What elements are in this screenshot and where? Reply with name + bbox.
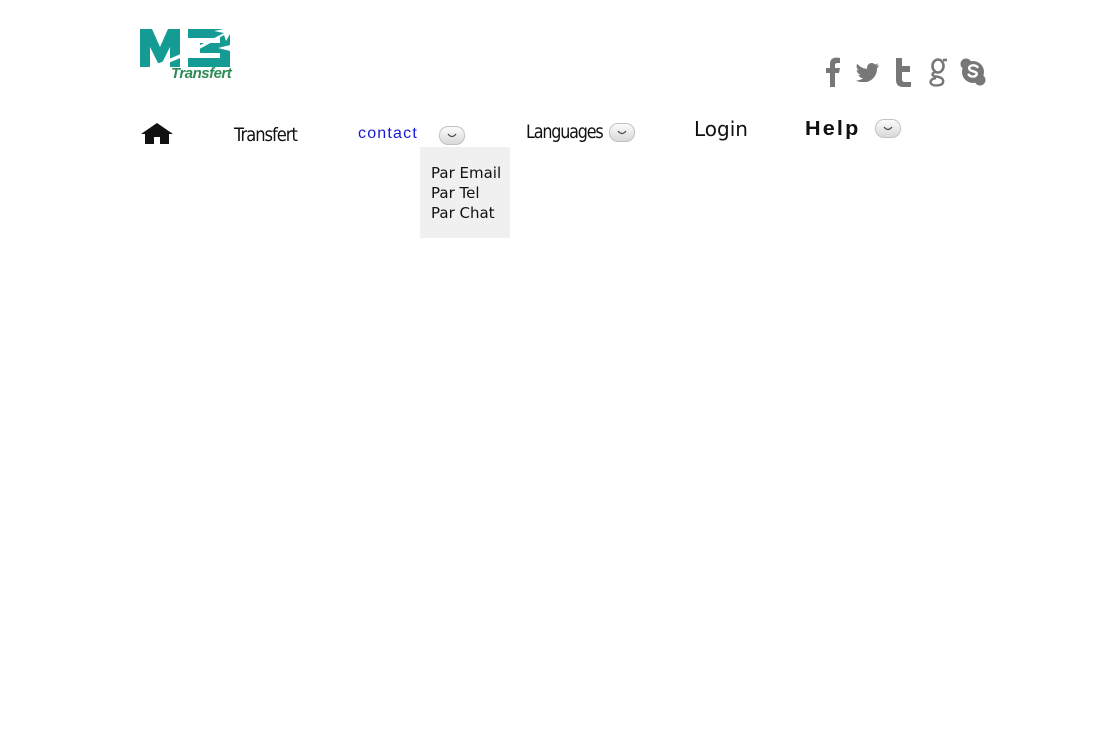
page: Transfert Transfert contact Languages Lo… <box>0 0 1112 747</box>
home-icon <box>141 123 173 144</box>
google-icon[interactable] <box>925 57 951 87</box>
tumblr-icon[interactable] <box>890 57 916 87</box>
menu-item-par-email[interactable]: Par Email <box>431 163 501 183</box>
nav-login[interactable]: Login <box>694 117 748 141</box>
menu-item-par-chat[interactable]: Par Chat <box>431 203 495 223</box>
site-logo[interactable]: Transfert <box>138 27 234 85</box>
nav-home[interactable] <box>140 122 174 146</box>
help-chevron-down-icon[interactable] <box>875 119 901 138</box>
contact-dropdown-menu: Par Email Par Tel Par Chat <box>420 147 510 238</box>
nav-languages[interactable]: Languages <box>526 121 604 143</box>
facebook-icon[interactable] <box>820 57 846 87</box>
languages-chevron-down-icon[interactable] <box>609 123 635 142</box>
social-links <box>820 55 986 89</box>
nav-transfert[interactable]: Transfert <box>234 124 298 146</box>
nav-contact[interactable]: contact <box>358 125 418 143</box>
menu-item-par-tel[interactable]: Par Tel <box>431 183 480 203</box>
nav-help[interactable]: Help <box>805 118 860 141</box>
skype-icon[interactable] <box>960 57 986 87</box>
twitter-icon[interactable] <box>855 57 881 87</box>
logo-text: Transfert <box>171 65 232 82</box>
contact-chevron-down-icon[interactable] <box>439 126 465 145</box>
